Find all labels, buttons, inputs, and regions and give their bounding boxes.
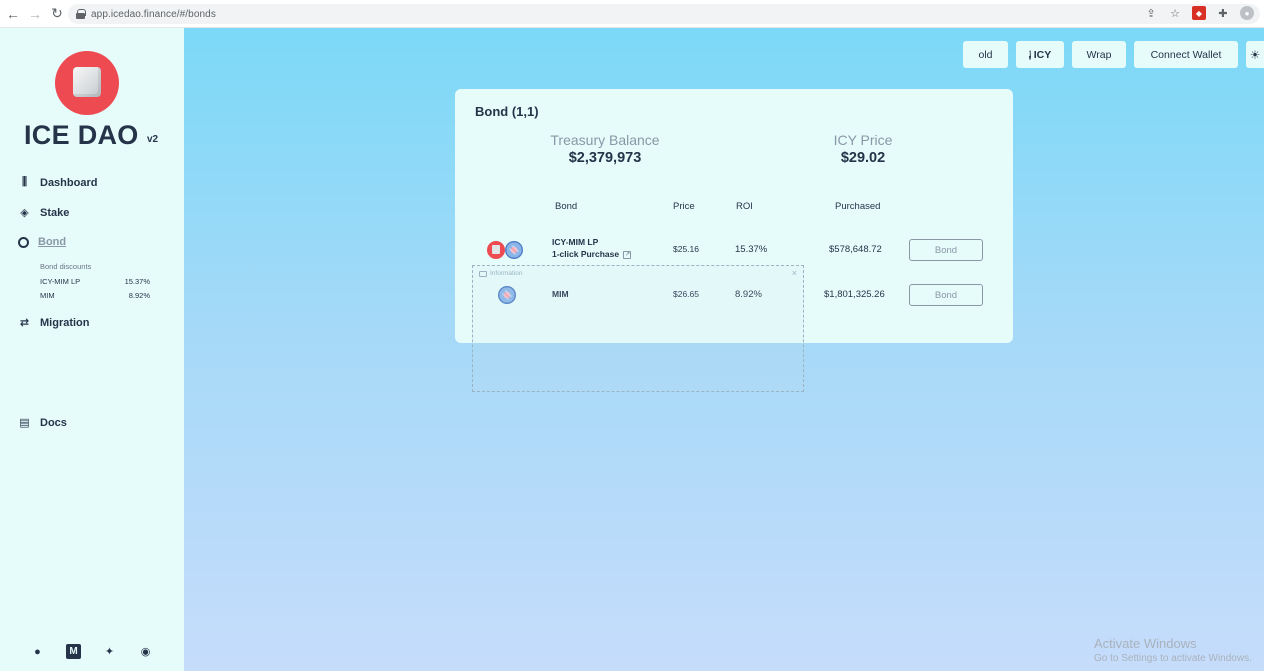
sliders-icon: ⫼ xyxy=(21,176,28,188)
ice-cube-icon xyxy=(73,67,101,97)
discord-icon[interactable]: ◉ xyxy=(138,644,153,659)
one-click-purchase-link[interactable]: 1-click Purchase ↗ xyxy=(552,249,632,259)
ice-dao-logo[interactable] xyxy=(55,51,119,115)
bond-price: $25.16 xyxy=(673,244,699,254)
extension-icon[interactable]: ◆ xyxy=(1192,6,1206,20)
watermark-title: Activate Windows xyxy=(1094,636,1197,651)
bond-purchased: $1,801,325.26 xyxy=(824,289,885,300)
puzzle-icon[interactable]: ✚ xyxy=(1216,6,1230,20)
sidebar-item-docs[interactable]: ▤ Docs xyxy=(18,416,67,430)
docs-icon: ▤ xyxy=(19,417,30,429)
main-content: old i ICY Wrap Connect Wallet ☀ Bond (1,… xyxy=(184,28,1264,671)
layers-icon: ◈ xyxy=(20,207,29,219)
browser-actions: ⇪ ☆ ◆ ✚ ● xyxy=(1144,6,1254,20)
external-link-icon: ↗ xyxy=(623,250,632,259)
column-header-price: Price xyxy=(673,201,695,212)
column-header-roi: ROI xyxy=(736,201,753,212)
sidebar-item-bond[interactable]: Bond xyxy=(18,236,66,248)
bond-button[interactable]: Bond xyxy=(909,239,983,261)
browser-toolbar: ← → ↻ app.icedao.finance/#/bonds ⇪ ☆ ◆ ✚… xyxy=(0,0,1264,28)
medium-icon[interactable]: M xyxy=(66,644,81,659)
reload-icon[interactable]: ↻ xyxy=(46,3,68,25)
mim-token-icon xyxy=(505,241,523,259)
activate-windows-watermark: Activate Windows Go to Settings to activ… xyxy=(1094,636,1252,664)
icy-price-label: ICY Price xyxy=(833,132,893,148)
url-text: app.icedao.finance/#/bonds xyxy=(91,8,216,20)
treasury-balance-label: Treasury Balance xyxy=(550,132,660,148)
twitter-icon[interactable]: ✦ xyxy=(102,644,117,659)
treasury-balance-value: $2,379,973 xyxy=(568,150,642,166)
bond-discounts: Bond discounts ICY-MIM LP 15.37% MIM 8.9… xyxy=(40,262,150,305)
top-bar: old i ICY Wrap Connect Wallet ☀ xyxy=(963,41,1264,68)
icy-button[interactable]: i ICY xyxy=(1016,41,1064,68)
bond-name: ICY-MIM LP xyxy=(552,237,599,247)
bond-purchased: $578,648.72 xyxy=(829,244,882,255)
theme-toggle-sun-icon[interactable]: ☀ xyxy=(1246,41,1264,68)
watermark-subtitle: Go to Settings to activate Windows. xyxy=(1094,653,1252,664)
column-header-purchased: Purchased xyxy=(835,201,881,212)
overlay-header: Information xyxy=(479,270,523,277)
bond-discounts-title: Bond discounts xyxy=(40,262,92,271)
bond-button[interactable]: Bond xyxy=(909,284,983,306)
bond-roi: 15.37% xyxy=(735,244,768,255)
address-bar[interactable]: app.icedao.finance/#/bonds xyxy=(68,4,1260,24)
information-overlay: Information × xyxy=(472,265,804,392)
star-icon[interactable]: ☆ xyxy=(1168,6,1182,20)
discount-item[interactable]: ICY-MIM LP 15.37% xyxy=(40,277,150,286)
connect-wallet-button[interactable]: Connect Wallet xyxy=(1134,41,1238,68)
profile-icon[interactable]: ● xyxy=(1240,6,1254,20)
overlay-logo-icon xyxy=(479,270,487,277)
icy-price: ICY Price $29.02 xyxy=(813,132,913,166)
brand-name: ICE DAO xyxy=(24,120,139,150)
wrap-button[interactable]: Wrap xyxy=(1072,41,1126,68)
overlay-title: Information xyxy=(490,270,523,277)
discount-item[interactable]: MIM 8.92% xyxy=(40,291,150,300)
icy-price-value: $29.02 xyxy=(840,150,886,166)
back-arrow-icon[interactable]: ← xyxy=(2,3,24,25)
sidebar-item-stake[interactable]: ◈ Stake xyxy=(18,206,69,220)
sidebar-item-migration[interactable]: ⇄ Migration xyxy=(18,316,90,330)
brand-version: v2 xyxy=(147,134,159,145)
icy-token-icon xyxy=(487,241,505,259)
column-header-bond: Bond xyxy=(555,201,578,212)
github-icon[interactable]: ● xyxy=(30,644,45,659)
card-title: Bond (1,1) xyxy=(475,104,539,119)
share-icon[interactable]: ⇪ xyxy=(1144,6,1158,20)
lock-icon xyxy=(76,9,86,19)
close-icon[interactable]: × xyxy=(792,268,797,278)
sidebar: ICE DAO v2 ⫼ Dashboard ◈ Stake Bond ⇄ Mi… xyxy=(0,28,184,671)
bond-icon xyxy=(18,236,29,248)
info-icon: i xyxy=(1028,49,1031,60)
treasury-balance: Treasury Balance $2,379,973 xyxy=(535,132,675,166)
old-button[interactable]: old xyxy=(963,41,1008,68)
migration-icon: ⇄ xyxy=(19,317,30,329)
social-links: ● M ✦ ◉ xyxy=(30,644,153,659)
sidebar-item-dashboard[interactable]: ⫼ Dashboard xyxy=(18,176,98,189)
table-row[interactable]: ICY-MIM LP 1-click Purchase ↗ $25.16 15.… xyxy=(455,235,1013,265)
forward-arrow-icon[interactable]: → xyxy=(24,3,46,25)
